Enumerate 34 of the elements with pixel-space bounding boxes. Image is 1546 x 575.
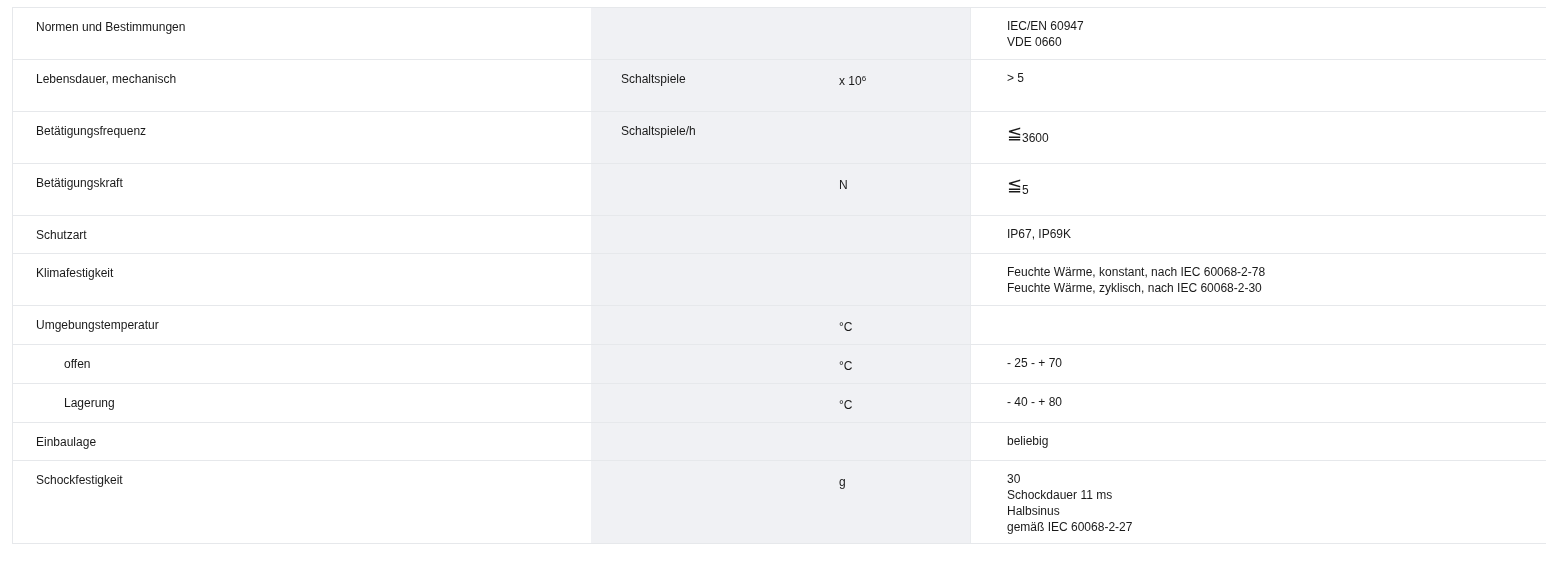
spec-value: Feuchte Wärme, konstant, nach IEC 60068-2-78 (1007, 264, 1267, 280)
spec-value: beliebig (1007, 433, 1050, 449)
spec-value: IEC/EN 60947 (1007, 18, 1085, 34)
spec-condition: Schaltspiele (621, 72, 686, 86)
spec-value: VDE 0660 (1007, 34, 1063, 50)
spec-unit: °C (839, 359, 853, 373)
spec-name: Normen und Bestimmungen (36, 20, 186, 34)
spec-name: Schutzart (36, 228, 87, 242)
spec-value: ≦$_{3600}$ (1007, 122, 1050, 144)
spec-value: 30 (1007, 471, 1022, 487)
spec-value: ≦$_{5}$ (1007, 174, 1030, 196)
spec-unit: x 10$^{6}$ (839, 74, 867, 88)
spec-name: Lagerung (64, 396, 115, 410)
spec-unit: g (839, 475, 846, 489)
spec-unit: °C (839, 320, 853, 334)
spec-name: offen (64, 357, 91, 371)
spec-name: Einbaulage (36, 435, 97, 449)
spec-value: Halbsinus (1007, 503, 1061, 519)
spec-value: gemäß IEC 60068-2-27 (1007, 519, 1134, 535)
spec-value: > 5 (1007, 70, 1025, 86)
spec-name: Schockfestigkeit (36, 473, 123, 487)
spec-name: Lebensdauer, mechanisch (36, 72, 177, 86)
spec-unit: N (839, 178, 848, 192)
spec-value: Feuchte Wärme, zyklisch, nach IEC 60068-2-30 (1007, 280, 1263, 296)
spec-unit: °C (839, 398, 853, 412)
spec-value: IP67, IP69K (1007, 226, 1073, 242)
spec-value: Schockdauer 11 ms (1007, 487, 1114, 503)
spec-condition: Schaltspiele/h (621, 124, 696, 138)
spec-value: - 25 - + 70 (1007, 355, 1064, 371)
spec-name: Klimafestigkeit (36, 266, 114, 280)
spec-name: Betätigungskraft (36, 176, 123, 190)
spec-name: Umgebungstemperatur (36, 318, 159, 332)
spec-value: - 40 - + 80 (1007, 394, 1064, 410)
spec-name: Betätigungsfrequenz (36, 124, 147, 138)
